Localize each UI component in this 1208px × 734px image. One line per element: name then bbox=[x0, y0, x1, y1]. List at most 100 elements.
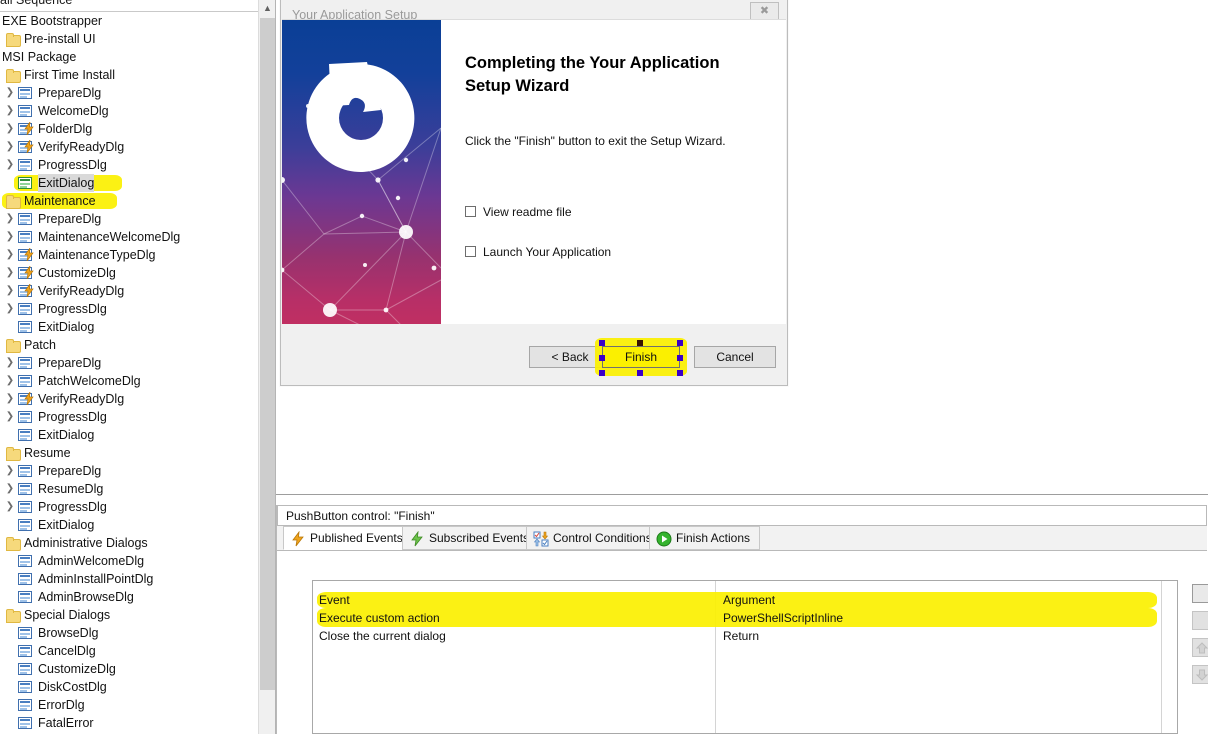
chevron-right-icon[interactable]: ❯ bbox=[4, 246, 16, 264]
tree-item-patchwelcomedlg[interactable]: ❯ PatchWelcomeDlg bbox=[0, 372, 258, 390]
tree-vertical-scrollbar[interactable]: ▲ bbox=[258, 0, 276, 734]
move-down-button[interactable] bbox=[1192, 665, 1208, 684]
selection-handle-br[interactable] bbox=[677, 370, 683, 376]
chevron-right-icon[interactable]: ❯ bbox=[4, 480, 16, 498]
tree-item-label: ProgressDlg bbox=[38, 158, 107, 172]
tree-item-label: First Time Install bbox=[24, 68, 115, 82]
chevron-right-icon[interactable]: ❯ bbox=[4, 84, 16, 102]
tree-item-exitdialog[interactable]: ExitDialog bbox=[0, 174, 258, 192]
chevron-right-icon[interactable]: ❯ bbox=[4, 300, 16, 318]
checkbox-box-icon[interactable] bbox=[465, 206, 476, 217]
tree-item-customizedlg[interactable]: ❯ CustomizeDlg bbox=[0, 264, 258, 282]
move-up-button[interactable] bbox=[1192, 638, 1208, 657]
selection-handle-bl[interactable] bbox=[599, 370, 605, 376]
tree-item-folderdlg[interactable]: ❯ FolderDlg bbox=[0, 120, 258, 138]
properties-tabstrip[interactable]: Published Events Subscribed Events Contr… bbox=[277, 526, 1207, 551]
tree-item-maintenancetypedlg[interactable]: ❯ MaintenanceTypeDlg bbox=[0, 246, 258, 264]
dialog-bolt-icon bbox=[18, 266, 34, 279]
tree-item-progressdlg[interactable]: ❯ ProgressDlg bbox=[0, 408, 258, 426]
chevron-right-icon[interactable]: ❯ bbox=[4, 210, 16, 228]
grid-cell-argument: Return bbox=[723, 629, 760, 643]
tree-item-verifyreadydlg[interactable]: ❯ VerifyReadyDlg bbox=[0, 390, 258, 408]
selection-handle-ml[interactable] bbox=[599, 355, 605, 361]
checkbox-arrows-icon bbox=[533, 531, 549, 547]
chevron-right-icon[interactable]: ❯ bbox=[4, 120, 16, 138]
tree-item-progressdlg[interactable]: ❯ ProgressDlg bbox=[0, 498, 258, 516]
tree-scrollbar-thumb[interactable] bbox=[260, 18, 275, 690]
table-row[interactable]: Execute custom action PowerShellScriptIn… bbox=[313, 609, 1177, 627]
setup-dialog-preview[interactable]: Your Application Setup ✖ Completing the … bbox=[280, 0, 788, 386]
chevron-right-icon[interactable]: ❯ bbox=[4, 498, 16, 516]
cancel-button[interactable]: Cancel bbox=[694, 346, 776, 368]
tab-control-conditions[interactable]: Control Conditions bbox=[526, 526, 662, 550]
tree-cropped-top-row: all Sequence bbox=[0, 0, 258, 12]
close-icon[interactable]: ✖ bbox=[750, 2, 779, 20]
tree-item-diskcostdlg[interactable]: DiskCostDlg bbox=[0, 678, 258, 696]
selection-handle-tr[interactable] bbox=[677, 340, 683, 346]
tree-item-preparedlg[interactable]: ❯ PrepareDlg bbox=[0, 462, 258, 480]
selection-handle-tl[interactable] bbox=[599, 340, 605, 346]
scroll-up-icon[interactable]: ▲ bbox=[259, 0, 276, 17]
tree-item-label: Patch bbox=[24, 338, 56, 352]
tree-item-errordlg[interactable]: ErrorDlg bbox=[0, 696, 258, 714]
tree-item-exitdialog[interactable]: ExitDialog bbox=[0, 318, 258, 336]
chevron-right-icon[interactable]: ❯ bbox=[4, 372, 16, 390]
tab-subscribed-events[interactable]: Subscribed Events bbox=[402, 526, 540, 550]
dialog-icon bbox=[18, 591, 32, 603]
chevron-right-icon[interactable]: ❯ bbox=[4, 282, 16, 300]
tree-item-maintenancewelcomedlg[interactable]: ❯ MaintenanceWelcomeDlg bbox=[0, 228, 258, 246]
tree-item-browsedlg[interactable]: BrowseDlg bbox=[0, 624, 258, 642]
chevron-right-icon[interactable]: ❯ bbox=[4, 228, 16, 246]
tree-item-progressdlg[interactable]: ❯ ProgressDlg bbox=[0, 156, 258, 174]
dialog-designer-canvas[interactable]: Your Application Setup ✖ Completing the … bbox=[276, 0, 1208, 494]
chevron-right-icon[interactable]: ❯ bbox=[4, 156, 16, 174]
tree-item-exitdialog[interactable]: ExitDialog bbox=[0, 516, 258, 534]
tree-item-verifyreadydlg[interactable]: ❯ VerifyReadyDlg bbox=[0, 282, 258, 300]
tree-item-patch[interactable]: Patch bbox=[0, 336, 258, 354]
grid-vertical-scrollbar[interactable] bbox=[1161, 581, 1177, 733]
chevron-right-icon[interactable]: ❯ bbox=[4, 102, 16, 120]
tab-finish-actions[interactable]: Finish Actions bbox=[649, 526, 761, 550]
tree-item-maintenance[interactable]: Maintenance bbox=[0, 192, 258, 210]
finish-button[interactable]: Finish bbox=[602, 346, 680, 368]
tree-item-resume[interactable]: Resume bbox=[0, 444, 258, 462]
dialog-tree-list[interactable]: EXE Bootstrapper Pre-install UI MSI Packag… bbox=[0, 12, 258, 734]
tree-item-adminbrowsedlg[interactable]: AdminBrowseDlg bbox=[0, 588, 258, 606]
chevron-right-icon[interactable]: ❯ bbox=[4, 408, 16, 426]
tab-published-events[interactable]: Published Events bbox=[283, 526, 413, 550]
chevron-right-icon[interactable]: ❯ bbox=[4, 264, 16, 282]
chevron-right-icon[interactable]: ❯ bbox=[4, 390, 16, 408]
panel-divider[interactable] bbox=[276, 494, 1208, 495]
tree-item-progressdlg[interactable]: ❯ ProgressDlg bbox=[0, 300, 258, 318]
selection-handle-bc[interactable] bbox=[637, 370, 643, 376]
tree-item-pre-install-ui[interactable]: Pre-install UI bbox=[0, 30, 258, 48]
selection-handle-tc[interactable] bbox=[637, 340, 643, 346]
tree-item-preparedlg[interactable]: ❯ PrepareDlg bbox=[0, 84, 258, 102]
tree-item-preparedlg[interactable]: ❯ PrepareDlg bbox=[0, 210, 258, 228]
chevron-right-icon[interactable]: ❯ bbox=[4, 462, 16, 480]
tree-item-first-time-install[interactable]: First Time Install bbox=[0, 66, 258, 84]
tree-item-exe-bootstrapper[interactable]: EXE Bootstrapper bbox=[0, 12, 258, 30]
table-row[interactable]: Close the current dialog Return bbox=[313, 627, 1177, 645]
tree-item-preparedlg[interactable]: ❯ PrepareDlg bbox=[0, 354, 258, 372]
tree-item-customizedlg[interactable]: CustomizeDlg bbox=[0, 660, 258, 678]
tree-item-admininstallpointdlg[interactable]: AdminInstallPointDlg bbox=[0, 570, 258, 588]
tree-item-special-dialogs[interactable]: Special Dialogs bbox=[0, 606, 258, 624]
chevron-right-icon[interactable]: ❯ bbox=[4, 354, 16, 372]
tree-item-verifyreadydlg[interactable]: ❯ VerifyReadyDlg bbox=[0, 138, 258, 156]
selection-handle-mr[interactable] bbox=[677, 355, 683, 361]
checkbox-box-icon[interactable] bbox=[465, 246, 476, 257]
tree-item-welcomedlg[interactable]: ❯ WelcomeDlg bbox=[0, 102, 258, 120]
tree-item-administrative-dialogs[interactable]: Administrative Dialogs bbox=[0, 534, 258, 552]
tree-item-fatalerror[interactable]: FatalError bbox=[0, 714, 258, 732]
tree-item-exitdialog[interactable]: ExitDialog bbox=[0, 426, 258, 444]
delete-event-button[interactable] bbox=[1192, 611, 1208, 630]
tree-item-msi-package[interactable]: MSI Package bbox=[0, 48, 258, 66]
tree-item-adminwelcomedlg[interactable]: AdminWelcomeDlg bbox=[0, 552, 258, 570]
dialog-tree-pane[interactable]: all Sequence EXE Bootstrapper Pre-install… bbox=[0, 0, 276, 734]
published-events-grid[interactable]: Event Argument Execute custom action Pow… bbox=[312, 580, 1178, 734]
tree-item-resumedlg[interactable]: ❯ ResumeDlg bbox=[0, 480, 258, 498]
new-event-button[interactable] bbox=[1192, 584, 1208, 603]
chevron-right-icon[interactable]: ❯ bbox=[4, 138, 16, 156]
tree-item-canceldlg[interactable]: CancelDlg bbox=[0, 642, 258, 660]
